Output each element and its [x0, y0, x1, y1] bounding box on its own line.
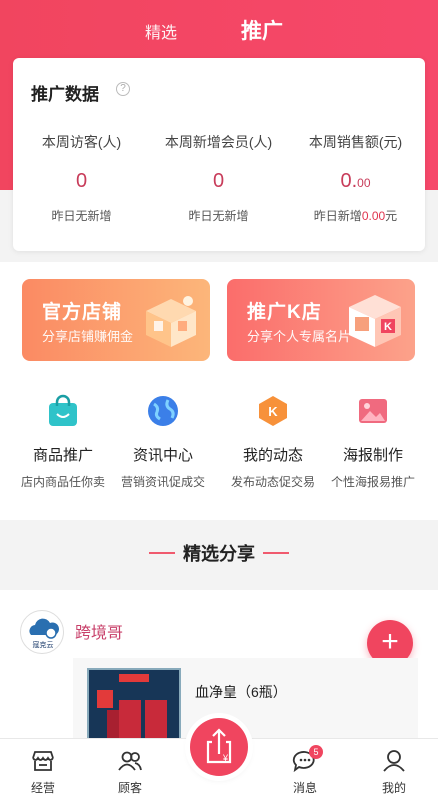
svg-text:K: K: [268, 404, 278, 419]
k-store-icon: K: [349, 295, 401, 347]
stats-title: 推广数据: [31, 85, 99, 104]
tab-featured[interactable]: 精选: [145, 19, 177, 43]
menu-label: 商品推广: [32, 447, 93, 464]
poster-icon: [359, 399, 387, 423]
tab-label: 顾客: [117, 781, 142, 795]
menu-my-activity[interactable]: K 我的动态 发布动态促交易: [218, 394, 328, 490]
cloud-logo-icon: 寇克云: [29, 618, 60, 649]
svg-text:¥: ¥: [222, 753, 229, 763]
banner-subtitle: 分享店铺赚佣金: [42, 329, 134, 344]
product-name: 血净皇（6瓶）: [195, 684, 287, 700]
menu-news-center[interactable]: 资讯中心 营销资讯促成交: [108, 394, 218, 490]
banner-title: 推广K店: [247, 302, 322, 323]
stat-sub-prefix: 昨日新增: [313, 209, 362, 223]
stat-sub: 昨日无新增: [51, 209, 112, 223]
share-center-button[interactable]: ¥: [190, 718, 248, 776]
shopping-bag-icon: [49, 394, 77, 426]
heading-divider: [149, 552, 175, 554]
heading-divider: [263, 552, 289, 554]
promotion-stats-card: 推广数据 ? 本周访客(人) 0 昨日无新增 本周新增会员(人) 0 昨日无新增…: [13, 58, 425, 251]
stat-sub: 昨日新增0.00元: [287, 207, 424, 224]
stat-value-frac: 00: [357, 176, 371, 190]
promote-kstore-banner[interactable]: 推广K店 分享个人专属名片 K: [227, 279, 415, 361]
tab-customers[interactable]: 顾客: [100, 749, 160, 796]
stat-value: 0.00: [287, 170, 424, 193]
menu-poster-maker[interactable]: 海报制作 个性海报易推广: [318, 394, 428, 490]
top-nav: 精选 推广: [0, 0, 438, 60]
globe-icon: [148, 396, 178, 426]
menu-label: 资讯中心: [132, 447, 193, 464]
tab-label: 经营: [30, 781, 55, 795]
stat-value: 0: [212, 170, 225, 192]
stat-visitors: 本周访客(人) 0 昨日无新增: [13, 132, 150, 224]
menu-desc: 店内商品任你卖: [20, 475, 105, 489]
menu-product-promotion[interactable]: 商品推广 店内商品任你卖: [8, 394, 118, 490]
tab-messages[interactable]: 5 消息: [275, 745, 335, 796]
message-badge: 5: [309, 745, 323, 759]
stat-sub: 昨日无新增: [188, 209, 249, 223]
tab-profile[interactable]: 我的: [364, 749, 424, 796]
promo-tools-section: 官方店铺 分享店铺赚佣金 推广K店 分享个人专属名片 K 商品推广 店内商品任你…: [0, 262, 438, 520]
tab-label: 我的: [381, 781, 406, 795]
avatar[interactable]: 寇克云: [20, 610, 64, 654]
share-username[interactable]: 跨境哥: [75, 619, 123, 643]
share-upload-icon: ¥: [206, 728, 232, 764]
stat-sub-suffix: 元: [385, 209, 398, 223]
menu-desc: 发布动态促交易: [230, 475, 315, 489]
tab-label: 消息: [292, 781, 317, 795]
stat-label: 本周销售额(元): [308, 134, 403, 150]
stat-value-main: 0.: [340, 170, 358, 192]
menu-desc: 个性海报易推广: [330, 475, 415, 489]
banner-title: 官方店铺: [42, 302, 123, 323]
menu-label: 我的动态: [242, 447, 303, 464]
help-icon[interactable]: ?: [116, 82, 130, 96]
menu-label: 海报制作: [342, 447, 403, 464]
customers-icon: [118, 751, 142, 771]
stat-label: 本周新增会员(人): [164, 134, 273, 150]
stat-value: 0: [75, 170, 88, 192]
section-title: 精选分享: [183, 544, 255, 564]
avatar-brand-text: 寇克云: [33, 640, 54, 649]
svg-text:K: K: [384, 321, 392, 333]
official-store-banner[interactable]: 官方店铺 分享店铺赚佣金: [22, 279, 210, 361]
store-icon: [32, 751, 54, 771]
stat-sales: 本周销售额(元) 0.00 昨日新增0.00元: [287, 132, 424, 224]
stat-sub-amount: 0.00: [361, 209, 386, 223]
featured-share-heading: 精选分享: [0, 540, 438, 566]
menu-desc: 营销资讯促成交: [120, 475, 205, 489]
tab-business[interactable]: 经营: [13, 749, 73, 796]
tab-promotion[interactable]: 推广: [241, 15, 283, 45]
store-building-icon: [146, 296, 196, 347]
stat-label: 本周访客(人): [41, 134, 122, 150]
stat-new-members: 本周新增会员(人) 0 昨日无新增: [150, 132, 287, 224]
k-hexagon-icon: K: [259, 396, 287, 426]
profile-icon: [383, 750, 405, 772]
banner-subtitle: 分享个人专属名片: [247, 329, 352, 344]
